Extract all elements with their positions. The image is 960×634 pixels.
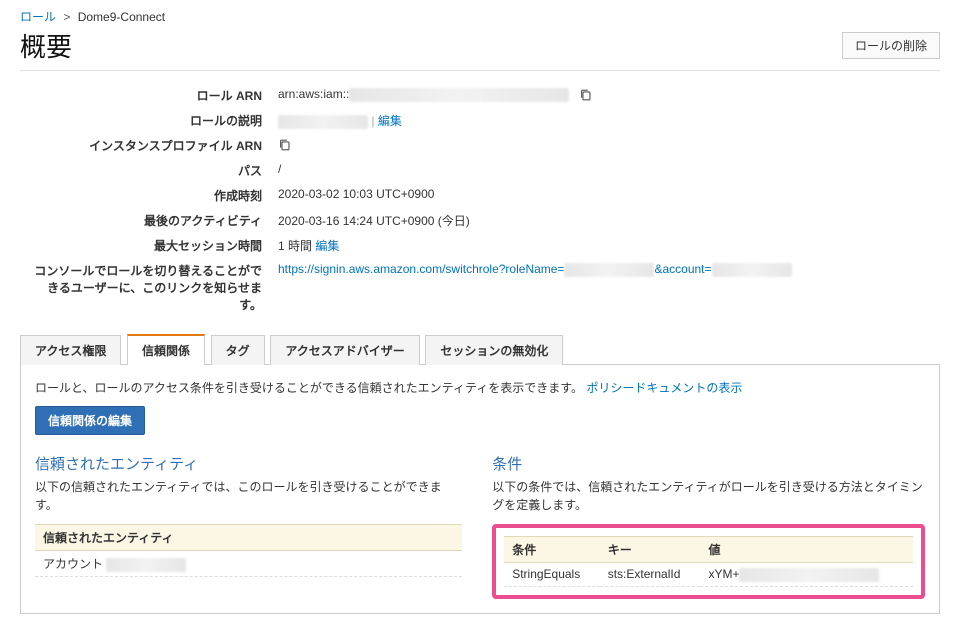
trusted-entities-table: 信頼されたエンティティ アカウント (35, 524, 462, 577)
breadcrumb-current: Dome9-Connect (78, 10, 165, 24)
table-row: StringEquals sts:ExternalId xYM+ (504, 563, 913, 587)
tab-content-trust: ロールと、ロールのアクセス条件を引き受けることができる信頼されたエンティティを表… (20, 365, 940, 614)
breadcrumb-parent[interactable]: ロール (20, 10, 56, 24)
tab-trust[interactable]: 信頼関係 (127, 334, 205, 365)
copy-icon[interactable] (579, 88, 593, 102)
session-label: 最大セッション時間 (20, 233, 270, 258)
edit-session-link[interactable]: 編集 (315, 239, 339, 253)
copy-icon[interactable] (278, 138, 292, 152)
tab-revoke[interactable]: セッションの無効化 (425, 335, 563, 365)
trust-desc: ロールと、ロールのアクセス条件を引き受けることができる信頼されたエンティティを表… (35, 381, 583, 395)
tabs: アクセス権限 信頼関係 タグ アクセスアドバイザー セッションの無効化 (20, 333, 940, 365)
breadcrumb: ロール > Dome9-Connect (20, 8, 940, 25)
tab-permissions[interactable]: アクセス権限 (20, 335, 121, 365)
edit-trust-button[interactable]: 信頼関係の編集 (35, 406, 145, 435)
delete-role-button[interactable]: ロールの削除 (842, 32, 940, 59)
switch-role-label: コンソールでロールを切り替えることができるユーザーに、このリンクを知らせます。 (20, 258, 270, 317)
arn-label: ロール ARN (20, 83, 270, 108)
cond-header-value: 値 (700, 537, 913, 563)
created-label: 作成時刻 (20, 183, 270, 208)
profile-arn-label: インスタンスプロファイル ARN (20, 133, 270, 158)
cond-header-condition: 条件 (504, 537, 600, 563)
arn-value: arn:aws:iam:: (278, 87, 349, 101)
cond-value-value: xYM+ (700, 563, 913, 587)
conditions-desc: 以下の条件では、信頼されたエンティティがロールを引き受ける方法とタイミングを定義… (492, 478, 925, 514)
activity-value: 2020-03-16 14:24 UTC+0900 (今日) (270, 208, 940, 233)
policy-document-link[interactable]: ポリシードキュメントの表示 (586, 381, 742, 395)
conditions-highlight-box: 条件 キー 値 StringEquals sts:ExternalId xYM+ (492, 524, 925, 599)
trusted-entities-desc: 以下の信頼されたエンティティでは、このロールを引き受けることができます。 (35, 478, 462, 514)
role-summary-table: ロール ARN arn:aws:iam:: ロールの説明 | 編集 インスタンス… (20, 83, 940, 317)
cond-value-condition: StringEquals (504, 563, 600, 587)
switch-role-link[interactable]: https://signin.aws.amazon.com/switchrole… (278, 262, 564, 276)
cond-value-key: sts:ExternalId (600, 563, 701, 587)
cond-header-key: キー (600, 537, 701, 563)
created-value: 2020-03-02 10:03 UTC+0900 (270, 183, 940, 208)
path-value: / (270, 158, 940, 183)
tab-advisor[interactable]: アクセスアドバイザー (270, 335, 419, 365)
desc-label: ロールの説明 (20, 108, 270, 133)
tab-tags[interactable]: タグ (211, 335, 265, 365)
conditions-title: 条件 (492, 453, 925, 474)
conditions-table: 条件 キー 値 StringEquals sts:ExternalId xYM+ (504, 536, 913, 587)
activity-label: 最後のアクティビティ (20, 208, 270, 233)
entities-header: 信頼されたエンティティ (35, 525, 462, 551)
edit-description-link[interactable]: 編集 (378, 114, 402, 128)
path-label: パス (20, 158, 270, 183)
session-value: 1 時間 (278, 239, 312, 253)
table-row: アカウント (35, 551, 462, 577)
page-title: 概要 (20, 27, 72, 64)
switch-role-link-account[interactable]: &account= (654, 262, 711, 276)
trusted-entities-title: 信頼されたエンティティ (35, 453, 462, 474)
